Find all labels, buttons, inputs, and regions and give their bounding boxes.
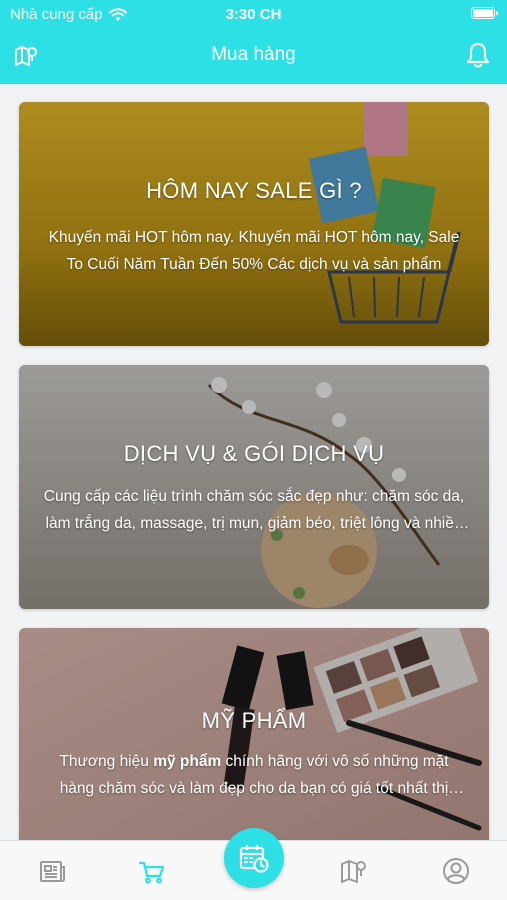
news-icon[interactable] (36, 855, 68, 887)
card-description-bold: mỹ phẩm (153, 753, 222, 770)
bell-icon[interactable] (463, 40, 493, 70)
card-sale-today[interactable]: HÔM NAY SALE GÌ ? Khuyến mãi HOT hôm nay… (19, 102, 489, 346)
header: Mua hàng (0, 28, 507, 84)
card-title: DỊCH VỤ & GÓI DỊCH VỤ (123, 441, 385, 466)
card-services[interactable]: DỊCH VỤ & GÓI DỊCH VỤ Cung cấp các liệu … (19, 365, 489, 609)
card-description-prefix: Thương hiệu (59, 753, 154, 770)
status-time: 3:30 CH (225, 6, 282, 23)
card-description: Cung cấp các liệu trình chăm sóc sắc đẹp… (43, 488, 465, 532)
profile-icon[interactable] (440, 855, 472, 887)
status-bar: Nhà cung cấp 3:30 CH (0, 0, 507, 28)
card-title: MỸ PHẨM (201, 708, 307, 733)
card-title: HÔM NAY SALE GÌ ? (146, 178, 362, 203)
battery-icon (471, 7, 498, 19)
card-description: Khuyến mãi HOT hôm nay. Khuyến mãi HOT h… (48, 229, 460, 273)
calendar-clock-icon[interactable] (224, 828, 284, 888)
top-bar: Nhà cung cấp 3:30 CH Mua hàng (0, 0, 507, 84)
page-title: Mua hàng (211, 44, 296, 65)
cart-icon[interactable] (136, 855, 168, 887)
card-description: Thương hiệu mỹ phẩm chính hãng với vô số… (41, 748, 467, 802)
map-icon[interactable] (338, 855, 370, 887)
